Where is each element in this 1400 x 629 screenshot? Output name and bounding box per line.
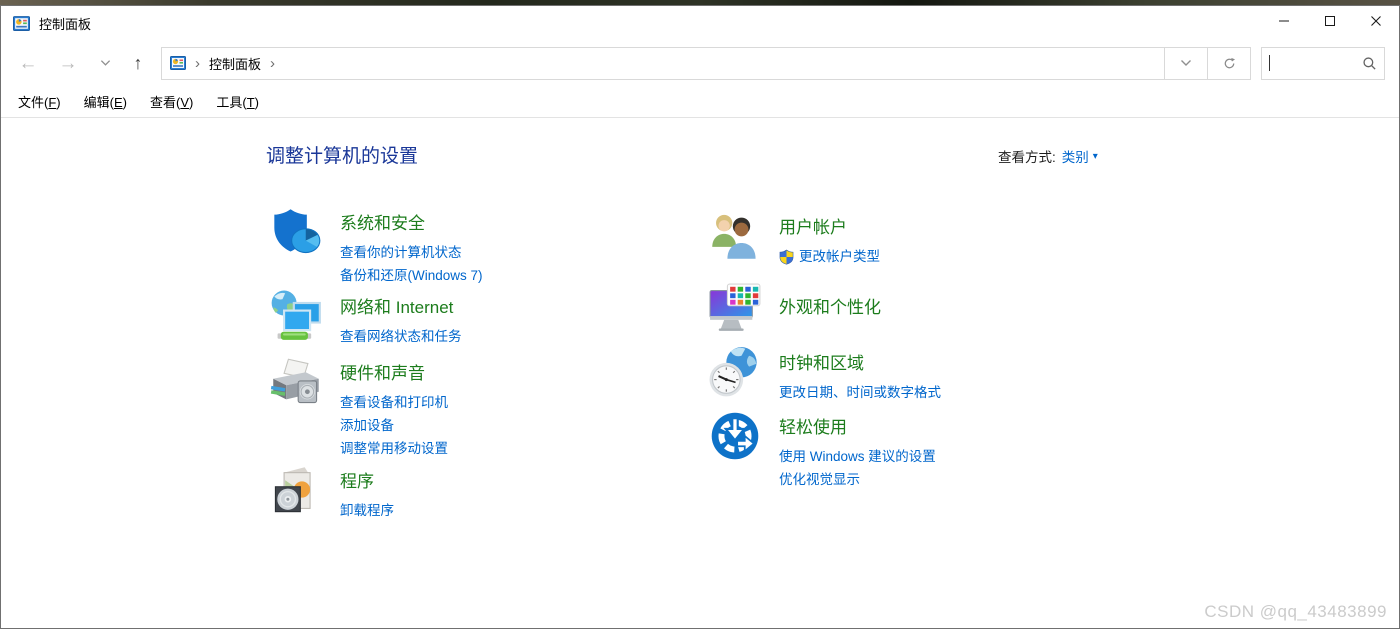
view-by-label: 查看方式:	[998, 146, 1056, 166]
task-link[interactable]: 查看你的计算机状态	[340, 241, 483, 264]
minimize-icon	[1278, 15, 1290, 27]
ease-of-access-icon[interactable]	[709, 410, 761, 462]
category-title-appearance[interactable]: 外观和个性化	[779, 293, 881, 318]
task-link[interactable]: 备份和还原(Windows 7)	[340, 264, 483, 287]
task-link[interactable]: 查看网络状态和任务	[340, 325, 462, 348]
category-title-ease-of-access[interactable]: 轻松使用	[779, 413, 847, 438]
breadcrumb-chevron-icon[interactable]: ›	[270, 55, 275, 72]
two-users-icon[interactable]	[709, 210, 761, 262]
control-panel-app-icon	[13, 15, 30, 32]
monitor-palette-icon[interactable]	[709, 283, 761, 335]
task-link[interactable]: 优化视觉显示	[779, 468, 936, 491]
search-icon[interactable]	[1362, 56, 1377, 71]
category-title-hardware-sound[interactable]: 硬件和声音	[340, 359, 425, 384]
title-bar[interactable]: 控制面板	[1, 6, 1399, 40]
recent-locations-button[interactable]	[95, 59, 115, 67]
menu-bar: 文件(F) 编辑(E) 查看(V) 工具(T)	[1, 86, 1399, 118]
maximize-button[interactable]	[1307, 6, 1353, 36]
uac-shield-icon	[779, 249, 794, 265]
task-link[interactable]: 卸载程序	[340, 499, 394, 522]
category-title-user-accounts[interactable]: 用户帐户	[779, 213, 847, 238]
chevron-down-icon	[1180, 59, 1192, 67]
close-button[interactable]	[1353, 6, 1399, 36]
refresh-button[interactable]	[1207, 47, 1251, 80]
task-link[interactable]: 使用 Windows 建议的设置	[779, 445, 936, 468]
task-link[interactable]: 更改日期、时间或数字格式	[779, 381, 941, 404]
forward-button[interactable]: →	[55, 54, 81, 73]
category-system-security: 系统和安全 查看你的计算机状态 备份和还原(Windows 7)	[270, 206, 730, 287]
breadcrumb-chevron-icon[interactable]: ›	[195, 55, 200, 72]
view-by-control: 查看方式: 类别 ▾	[998, 146, 1098, 166]
refresh-icon	[1223, 57, 1236, 70]
task-link[interactable]: 添加设备	[340, 414, 448, 437]
search-box[interactable]	[1261, 47, 1385, 80]
address-dropdown-button[interactable]	[1164, 47, 1208, 80]
category-title-network-internet[interactable]: 网络和 Internet	[340, 293, 453, 318]
software-box-cd-icon[interactable]	[270, 464, 322, 516]
shield-pie-icon[interactable]	[270, 206, 322, 258]
category-ease-of-access: 轻松使用 使用 Windows 建议的设置 优化视觉显示	[709, 410, 1169, 491]
breadcrumb-location[interactable]: 控制面板	[209, 54, 261, 73]
window-controls	[1261, 6, 1399, 36]
navigation-bar: ← → ↑ › 控制面板 ›	[1, 40, 1399, 86]
page-title: 调整计算机的设置	[266, 141, 418, 168]
close-icon	[1370, 15, 1382, 27]
content-area: 调整计算机的设置 查看方式: 类别 ▾ 系统和安全 查看你的计算机状态 备份和还…	[1, 118, 1399, 628]
up-button[interactable]: ↑	[125, 54, 151, 72]
category-network-internet: 网络和 Internet 查看网络状态和任务	[270, 290, 730, 348]
category-appearance-personalization: 外观和个性化	[709, 283, 1169, 335]
back-button[interactable]: ←	[15, 54, 41, 73]
search-input[interactable]	[1270, 56, 1362, 71]
view-by-dropdown[interactable]: 类别 ▾	[1062, 146, 1098, 166]
category-title-programs[interactable]: 程序	[340, 467, 374, 492]
category-programs: 程序 卸载程序	[270, 464, 730, 522]
csdn-watermark: CSDN @qq_43483899	[1204, 602, 1387, 622]
category-clock-region: 时钟和区域 更改日期、时间或数字格式	[709, 346, 1169, 404]
window-title: 控制面板	[39, 14, 91, 33]
dropdown-caret-icon: ▾	[1093, 151, 1098, 162]
maximize-icon	[1324, 15, 1336, 27]
minimize-button[interactable]	[1261, 6, 1307, 36]
control-panel-breadcrumb-icon	[170, 55, 186, 71]
clock-globe-icon[interactable]	[709, 346, 761, 398]
task-link[interactable]: 更改帐户类型	[779, 245, 880, 268]
globe-monitors-icon[interactable]	[270, 290, 322, 342]
category-title-clock-region[interactable]: 时钟和区域	[779, 349, 864, 374]
category-user-accounts: 用户帐户 更改帐户类型	[709, 210, 1169, 268]
printer-speaker-icon[interactable]	[270, 356, 322, 408]
chevron-down-icon	[100, 59, 111, 67]
category-title-system-security[interactable]: 系统和安全	[340, 209, 425, 234]
task-link[interactable]: 调整常用移动设置	[340, 437, 448, 460]
menu-view[interactable]: 查看(V)	[143, 92, 200, 111]
menu-edit[interactable]: 编辑(E)	[77, 92, 134, 111]
menu-file[interactable]: 文件(F)	[11, 92, 68, 111]
category-hardware-sound: 硬件和声音 查看设备和打印机 添加设备 调整常用移动设置	[270, 356, 730, 460]
menu-tools[interactable]: 工具(T)	[209, 92, 266, 111]
control-panel-window: 控制面板 ← → ↑ › 控制面板 › 文	[0, 5, 1400, 629]
address-bar[interactable]: › 控制面板 ›	[161, 47, 1165, 80]
task-link[interactable]: 查看设备和打印机	[340, 391, 448, 414]
